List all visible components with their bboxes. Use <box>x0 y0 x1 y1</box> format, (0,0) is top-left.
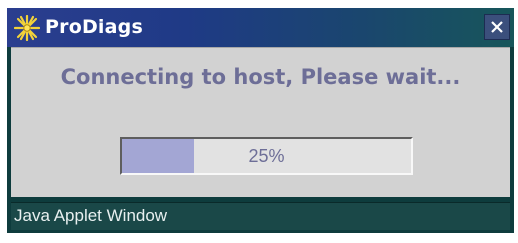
applet-status-text: Java Applet Window <box>14 206 168 225</box>
applet-status-bar: Java Applet Window <box>11 202 510 230</box>
progress-label: 25% <box>248 146 285 166</box>
dialog-content: Connecting to host, Please wait... 25% <box>11 47 510 197</box>
applet-window: ProDiags Connecting to host, Please wait… <box>7 8 514 233</box>
progress-bar: 25% <box>120 137 413 175</box>
title-bar[interactable]: ProDiags <box>7 8 514 47</box>
window-title: ProDiags <box>45 16 143 38</box>
status-message: Connecting to host, Please wait... <box>60 65 461 89</box>
close-icon <box>485 15 509 39</box>
close-button[interactable] <box>484 14 510 40</box>
star-burst-icon <box>13 14 41 42</box>
